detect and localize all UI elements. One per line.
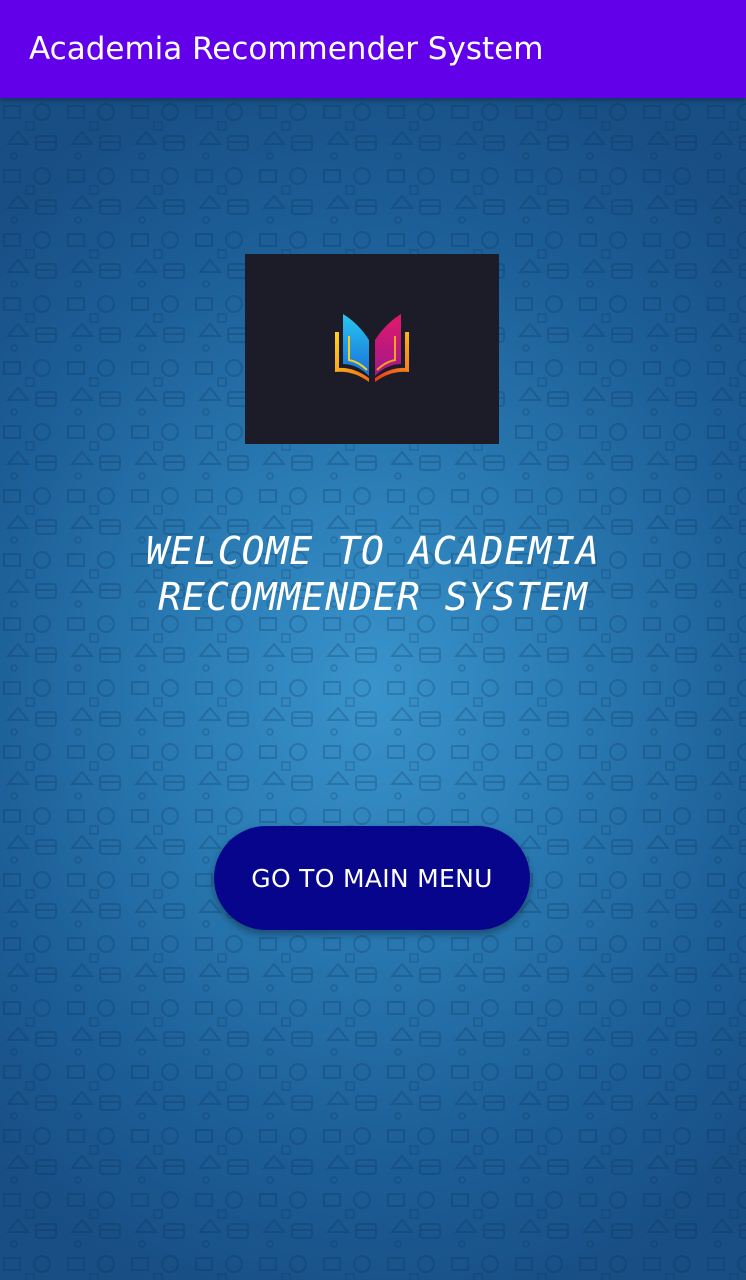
welcome-line-2: RECOMMENDER SYSTEM [158, 575, 588, 619]
app-logo [245, 254, 499, 444]
welcome-text: WELCOME TO ACADEMIA RECOMMENDER SYSTEM [0, 528, 746, 620]
go-to-main-menu-label: GO TO MAIN MENU [251, 863, 493, 893]
go-to-main-menu-button[interactable]: GO TO MAIN MENU [214, 826, 530, 930]
open-book-logo-icon [335, 314, 409, 382]
app-title: Academia Recommender System [29, 31, 544, 67]
welcome-line-1: WELCOME TO ACADEMIA [146, 529, 600, 573]
app-bar: Academia Recommender System [0, 0, 746, 98]
content-area: WELCOME TO ACADEMIA RECOMMENDER SYSTEM G… [0, 98, 746, 1280]
